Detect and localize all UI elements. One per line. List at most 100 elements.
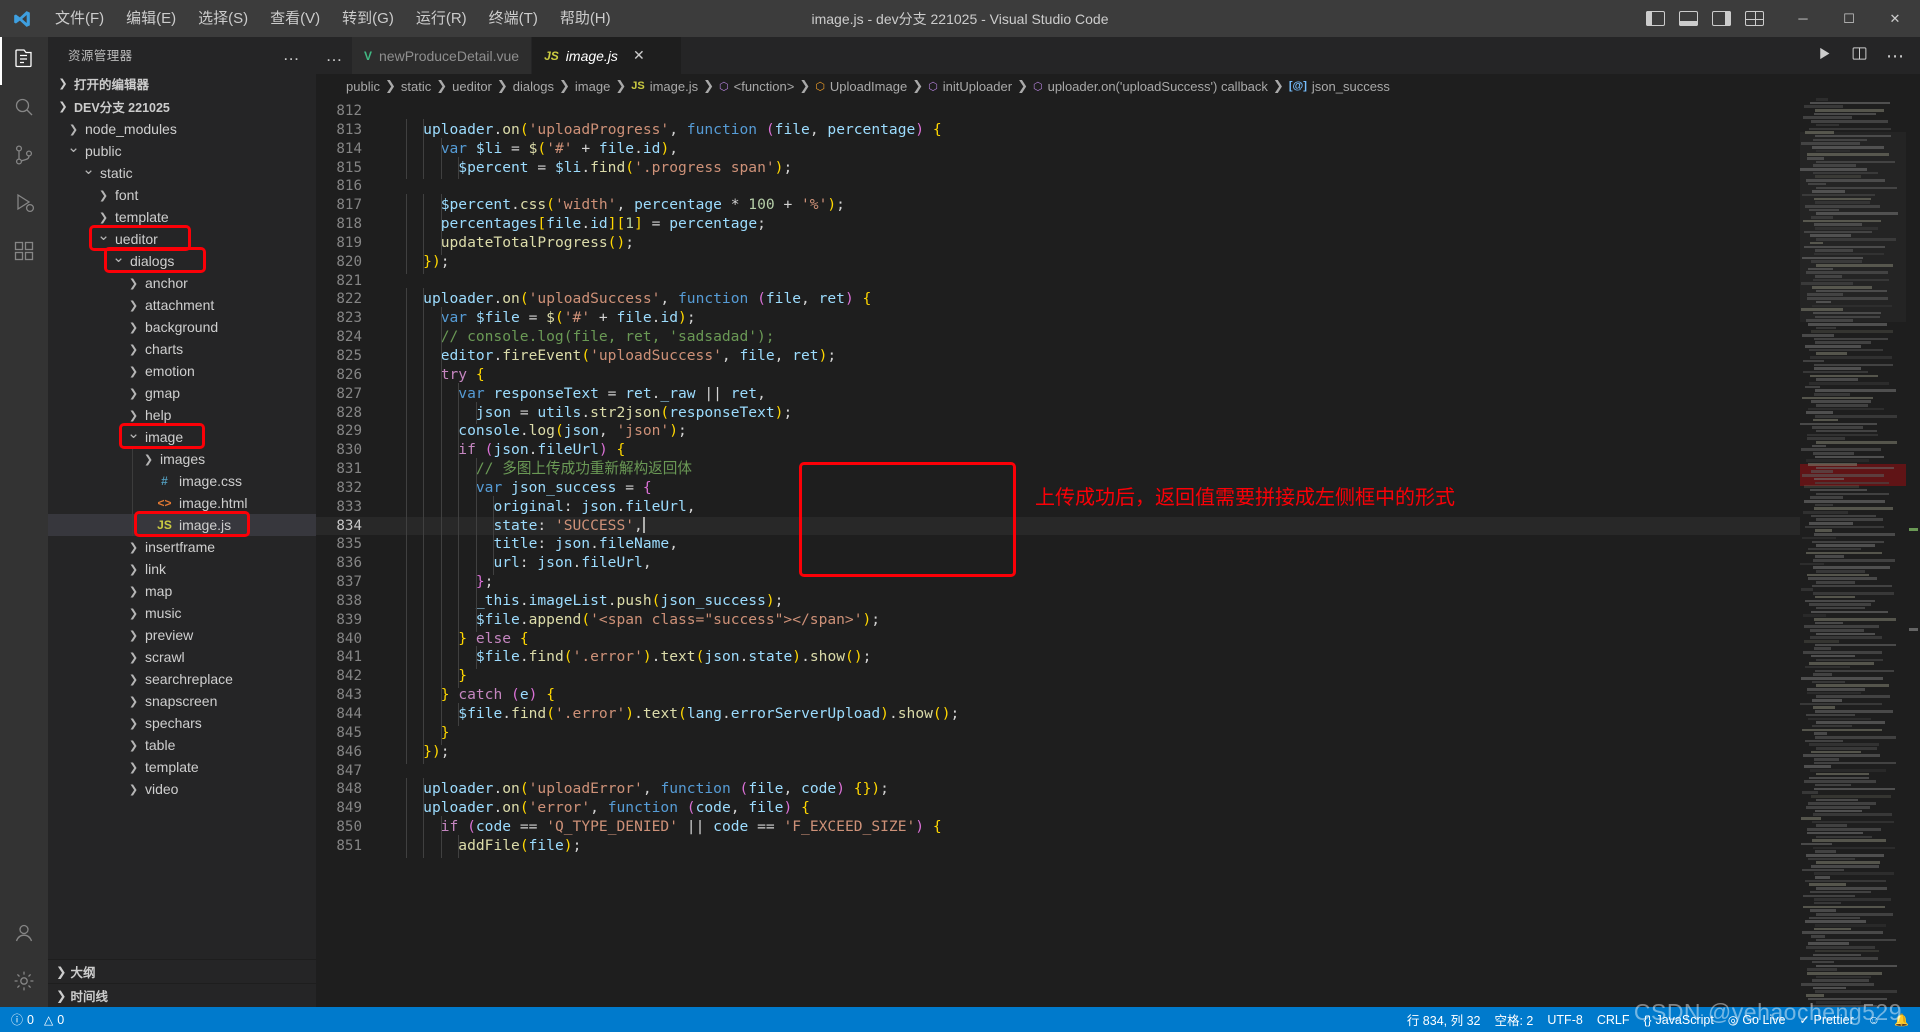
code-line-818[interactable]: 818 percentages[file.id][1] = percentage… bbox=[316, 213, 1920, 236]
code-line-834[interactable]: 834 state: 'SUCCESS', bbox=[316, 514, 1920, 538]
code-line-838[interactable]: 838 _this.imageList.push(json_success); bbox=[316, 589, 1920, 613]
tree-item-emotion[interactable]: ❯ emotion bbox=[48, 360, 316, 382]
code-line-842[interactable]: 842 } bbox=[316, 665, 1920, 689]
code-line-836[interactable]: 836 url: json.fileUrl, bbox=[316, 552, 1920, 576]
breadcrumb-item-10[interactable]: [@] json_success bbox=[1289, 79, 1390, 94]
code-line-839[interactable]: 839 $file.append('<span class="success">… bbox=[316, 608, 1920, 632]
tree-item-link[interactable]: ❯ link bbox=[48, 558, 316, 580]
tab-image-js[interactable]: JS image.js ✕ bbox=[532, 37, 683, 74]
tabs-overflow-icon[interactable]: … bbox=[316, 37, 352, 74]
editor-scrollbar[interactable] bbox=[1906, 98, 1920, 1007]
breadcrumb-item-5[interactable]: JS image.js bbox=[631, 79, 698, 94]
menu-go[interactable]: 转到(G) bbox=[331, 0, 405, 37]
tree-item-public[interactable]: ⌄ public bbox=[48, 140, 316, 162]
status-encoding[interactable]: UTF-8 bbox=[1540, 1007, 1589, 1032]
tree-item-music[interactable]: ❯ music bbox=[48, 602, 316, 624]
toggle-secondary-sidebar-icon[interactable] bbox=[1712, 11, 1731, 26]
breadcrumb[interactable]: public ❯ static ❯ ueditor ❯ dialogs ❯ image ❯ JS im… bbox=[316, 74, 1920, 98]
code-line-825[interactable]: 825 editor.fireEvent('uploadSuccess', fi… bbox=[316, 344, 1920, 368]
code-editor[interactable]: 812 813 uploader.on('uploadProgress', fun… bbox=[316, 98, 1920, 1007]
code-line-828[interactable]: 828 json = utils.str2json(responseText); bbox=[316, 401, 1920, 425]
code-line-847[interactable]: 847 bbox=[316, 762, 1920, 781]
file-tree[interactable]: ❯ node_modules ⌄ public ⌄ static ❯ font ❯ templat… bbox=[48, 118, 316, 959]
activity-source-control[interactable] bbox=[0, 133, 48, 181]
code-line-814[interactable]: 814 var $li = $('#' + file.id), bbox=[316, 137, 1920, 161]
code-line-841[interactable]: 841 $file.find('.error').text(json.state… bbox=[316, 646, 1920, 670]
code-line-850[interactable]: 850 if (code == 'Q_TYPE_DENIED' || code … bbox=[316, 816, 1920, 839]
tree-item-insertframe[interactable]: ❯ insertframe bbox=[48, 536, 316, 558]
status-cursor-position[interactable]: 行 834, 列 32 bbox=[1400, 1007, 1488, 1032]
code-line-830[interactable]: 830 if (json.fileUrl) { bbox=[316, 439, 1920, 463]
breadcrumb-item-7[interactable]: ⬡ UploadImage bbox=[815, 79, 907, 94]
section-open-editors[interactable]: ❯ 打开的编辑器 bbox=[48, 72, 316, 95]
status-eol[interactable]: CRLF bbox=[1590, 1007, 1637, 1032]
code-line-822[interactable]: 822 uploader.on('uploadSuccess', functio… bbox=[316, 288, 1920, 312]
code-line-831[interactable]: 831 // 多图上传成功重新解构返回体 bbox=[316, 458, 1920, 481]
section-timeline[interactable]: ❯ 时间线 bbox=[48, 983, 316, 1007]
customize-layout-icon[interactable] bbox=[1745, 11, 1764, 26]
tree-item-image-css[interactable]: # image.css bbox=[48, 470, 316, 492]
tree-item-gmap[interactable]: ❯ gmap bbox=[48, 382, 316, 404]
code-line-819[interactable]: 819 updateTotalProgress(); bbox=[316, 231, 1920, 255]
code-line-820[interactable]: 820 }); bbox=[316, 250, 1920, 274]
code-line-846[interactable]: 846 }); bbox=[316, 740, 1920, 764]
tree-item-snapscreen[interactable]: ❯ snapscreen bbox=[48, 690, 316, 712]
code-line-815[interactable]: 815 $percent = $li.find('.progress span'… bbox=[316, 156, 1920, 180]
menu-file[interactable]: 文件(F) bbox=[44, 0, 115, 37]
breadcrumb-item-1[interactable]: static bbox=[401, 79, 431, 94]
tree-item-image[interactable]: ⌄ image bbox=[48, 423, 316, 449]
maximize-button[interactable]: ☐ bbox=[1826, 0, 1872, 37]
minimap[interactable] bbox=[1800, 98, 1906, 1007]
code-line-812[interactable]: 812 bbox=[316, 102, 1920, 121]
tree-item-background[interactable]: ❯ background bbox=[48, 316, 316, 338]
toggle-primary-sidebar-icon[interactable] bbox=[1646, 11, 1665, 26]
activity-accounts[interactable] bbox=[0, 911, 48, 959]
tree-item-dialogs[interactable]: ⌄ dialogs bbox=[48, 247, 316, 273]
close-icon[interactable]: ✕ bbox=[633, 47, 645, 64]
code-line-829[interactable]: 829 console.log(json, 'json'); bbox=[316, 420, 1920, 444]
tree-item-charts[interactable]: ❯ charts bbox=[48, 338, 316, 360]
menu-selection[interactable]: 选择(S) bbox=[187, 0, 259, 37]
code-line-849[interactable]: 849 uploader.on('error', function (code,… bbox=[316, 797, 1920, 821]
tree-item-video[interactable]: ❯ video bbox=[48, 778, 316, 800]
tree-item-scrawl[interactable]: ❯ scrawl bbox=[48, 646, 316, 668]
code-line-848[interactable]: 848 uploader.on('uploadError', function … bbox=[316, 778, 1920, 802]
breadcrumb-item-9[interactable]: ⬡ uploader.on('uploadSuccess') callback bbox=[1033, 79, 1268, 94]
tree-item-template[interactable]: ❯ template bbox=[48, 206, 316, 228]
tree-item-static[interactable]: ⌄ static bbox=[48, 162, 316, 184]
tree-item-map[interactable]: ❯ map bbox=[48, 580, 316, 602]
code-line-851[interactable]: 851 addFile(file); bbox=[316, 834, 1920, 858]
breadcrumb-item-0[interactable]: public bbox=[346, 79, 380, 94]
tree-item-image-js[interactable]: JS image.js bbox=[48, 511, 316, 537]
tree-item-table[interactable]: ❯ table bbox=[48, 734, 316, 756]
editor-tabs[interactable]: V newProduceDetail.vue JS image.js ✕ bbox=[352, 37, 683, 74]
menu-edit[interactable]: 编辑(E) bbox=[115, 0, 187, 37]
layout-controls[interactable] bbox=[1630, 11, 1780, 26]
code-line-840[interactable]: 840 } else { bbox=[316, 627, 1920, 651]
code-line-845[interactable]: 845 } bbox=[316, 721, 1920, 745]
code-line-835[interactable]: 835 title: json.fileName, bbox=[316, 533, 1920, 557]
breadcrumb-item-3[interactable]: dialogs bbox=[513, 79, 554, 94]
status-language-mode[interactable]: {} JavaScript bbox=[1636, 1007, 1720, 1032]
code-line-826[interactable]: 826 try { bbox=[316, 363, 1920, 387]
section-outline[interactable]: ❯ 大纲 bbox=[48, 959, 316, 983]
run-file-icon[interactable] bbox=[1816, 45, 1833, 67]
tree-item-help[interactable]: ❯ help bbox=[48, 404, 316, 426]
menu-view[interactable]: 查看(V) bbox=[259, 0, 331, 37]
code-lines[interactable]: 812 813 uploader.on('uploadProgress', fun… bbox=[316, 98, 1920, 1007]
section-workspace[interactable]: ❯ DEV分支 221025 bbox=[48, 95, 316, 118]
menu-run[interactable]: 运行(R) bbox=[405, 0, 478, 37]
code-line-821[interactable]: 821 bbox=[316, 272, 1920, 291]
code-line-817[interactable]: 817 $percent.css('width', percentage * 1… bbox=[316, 194, 1920, 218]
tab-newProduceDetail-vue[interactable]: V newProduceDetail.vue bbox=[352, 37, 533, 74]
menu-terminal[interactable]: 终端(T) bbox=[478, 0, 549, 37]
menu-bar[interactable]: 文件(F) 编辑(E) 选择(S) 查看(V) 转到(G) 运行(R) 终端(T… bbox=[44, 0, 622, 37]
tree-item-template[interactable]: ❯ template bbox=[48, 756, 316, 778]
tree-item-images[interactable]: ❯ images bbox=[48, 448, 316, 470]
code-line-824[interactable]: 824 // console.log(file, ret, 'sadsadad'… bbox=[316, 326, 1920, 349]
more-actions-icon[interactable]: ⋯ bbox=[1886, 47, 1904, 65]
tree-item-attachment[interactable]: ❯ attachment bbox=[48, 294, 316, 316]
status-problems[interactable]: ⓘ 0 △ 0 bbox=[4, 1007, 71, 1032]
toggle-panel-icon[interactable] bbox=[1679, 11, 1698, 26]
tree-item-anchor[interactable]: ❯ anchor bbox=[48, 272, 316, 294]
